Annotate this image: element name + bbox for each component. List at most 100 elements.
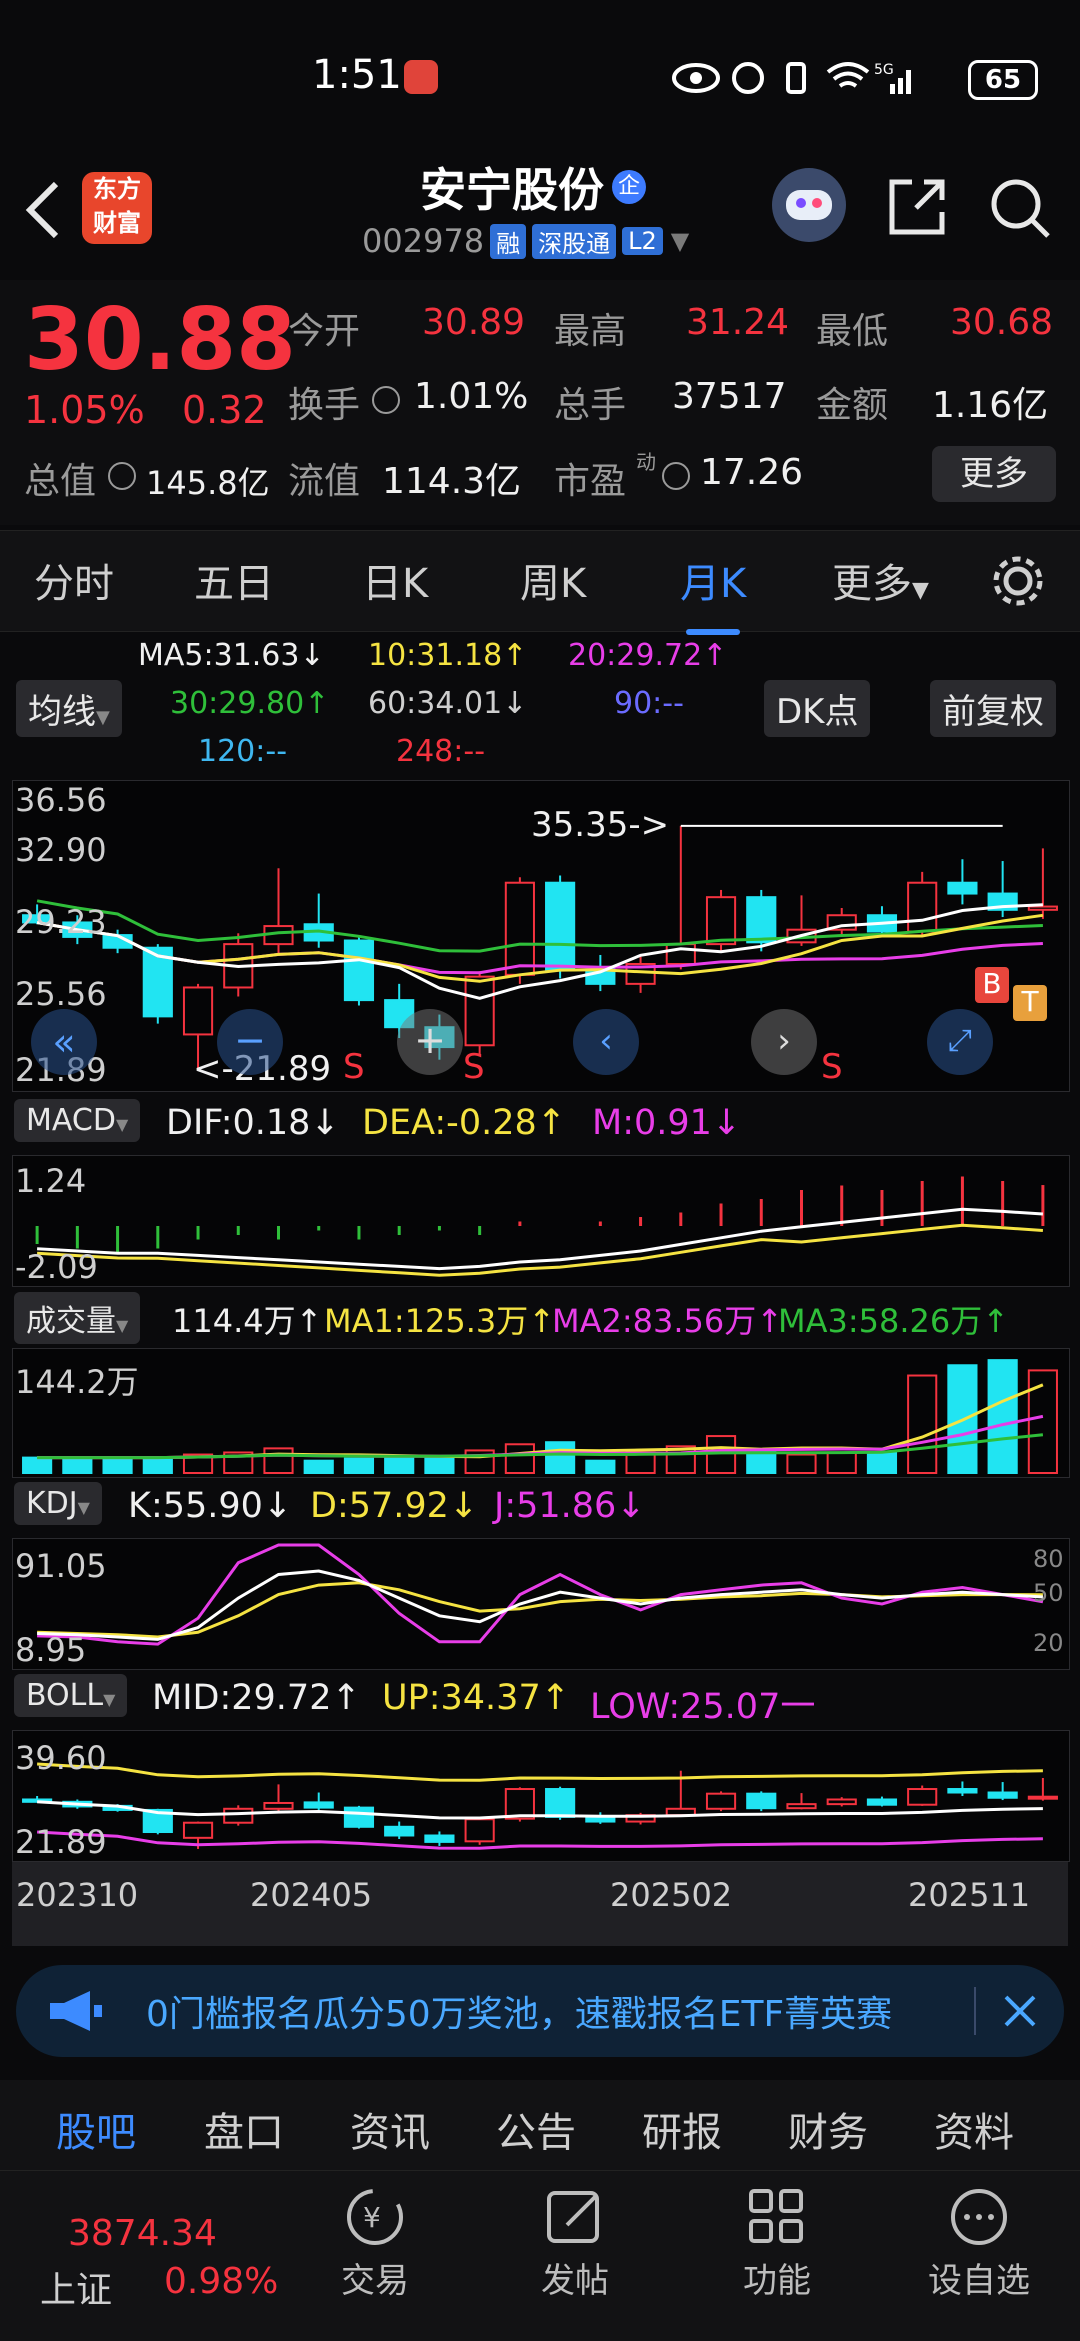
boll-candle-body: [826, 1798, 857, 1806]
index-ticker[interactable]: 3874.34 上证 0.98%: [0, 2171, 280, 2341]
kdj-k: K:55.90↓: [128, 1486, 293, 1526]
tab-more[interactable]: 更多▼: [832, 551, 929, 609]
status-icons: 5G: [672, 62, 911, 94]
tab-monthly-k[interactable]: 月K: [680, 551, 746, 635]
boll-y-top: 39.60: [15, 1739, 107, 1777]
index-name: 上证: [40, 2270, 113, 2311]
adjust-button[interactable]: 前复权: [930, 680, 1056, 737]
subtab-finance[interactable]: 财务: [788, 2100, 868, 2158]
sell-signal: S: [343, 1047, 365, 1087]
x-axis: 202310 202405 202502 202511: [12, 1862, 1068, 1946]
nav-post[interactable]: 发帖: [520, 2185, 630, 2302]
ma-legend: 均线▼ MA5:31.63↓ 10:31.18↑ 20:29.72↑ 30:29…: [0, 630, 1080, 780]
scroll-left-button[interactable]: ‹: [573, 1009, 639, 1075]
kdj-chart: 91.05 8.95 80 50 20: [12, 1538, 1070, 1670]
alarm-icon: [732, 62, 764, 94]
promo-banner[interactable]: 0门槛报名瓜分50万奖池，速戳报名ETF菁英赛: [16, 1965, 1064, 2057]
quote-panel: 30.88 1.05% 0.32 今开 30.89 最高 31.24 最低 30…: [0, 280, 1080, 525]
index-value: 3874.34: [68, 2213, 217, 2254]
nav-functions[interactable]: 功能: [722, 2185, 832, 2302]
open-label: 今开: [288, 311, 361, 352]
chevron-down-icon[interactable]: ▼: [671, 227, 689, 255]
subtab-news[interactable]: 资讯: [350, 2100, 430, 2158]
float-cap-label: 流值: [288, 461, 361, 502]
stock-code: 002978: [362, 222, 485, 260]
kline-chart[interactable]: 36.56 32.90 29.23 25.56 21.89 35.35-> <-…: [12, 780, 1070, 1092]
kdj-d: D:57.92↓: [310, 1486, 479, 1526]
volume-bar: [142, 1456, 173, 1474]
zoom-in-button[interactable]: +: [397, 1009, 463, 1075]
change-amount: 0.32: [182, 388, 267, 432]
candle-body: [907, 881, 938, 933]
volume-bar: [826, 1451, 857, 1475]
status-time: 1:51: [312, 52, 402, 98]
ma248-value: 248:--: [396, 734, 486, 769]
boll-candle-body: [424, 1834, 455, 1843]
last-price: 30.88: [24, 290, 297, 390]
more-dots-icon: [951, 2189, 1007, 2245]
turnover-label: 换手: [288, 385, 361, 426]
nav-add-watchlist[interactable]: 设自选: [924, 2185, 1034, 2302]
ma90-value: 90:--: [614, 686, 684, 721]
zoom-out-button[interactable]: −: [217, 1009, 283, 1075]
volume-selector[interactable]: 成交量▼: [14, 1292, 141, 1344]
level2-chip: L2: [622, 227, 663, 255]
subtab-announcements[interactable]: 公告: [496, 2100, 576, 2158]
fullscreen-button[interactable]: ⤢: [927, 1009, 993, 1075]
edit-icon: [547, 2191, 599, 2243]
macd-chart: 1.24 -2.09: [12, 1155, 1070, 1287]
boll-svg: [22, 1762, 1058, 1850]
x-tick-2: 202405: [250, 1876, 373, 1914]
volume-bar: [22, 1456, 53, 1474]
close-icon[interactable]: [1002, 1993, 1038, 2029]
subtab-profile[interactable]: 资料: [934, 2100, 1014, 2158]
tab-five-day[interactable]: 五日: [194, 551, 274, 609]
candle-body: [343, 939, 375, 1002]
info-icon[interactable]: [662, 462, 690, 490]
boll-low: LOW:25.07一: [590, 1687, 816, 1727]
period-tabs: 分时 五日 日K 周K 月K 更多▼: [0, 530, 1080, 635]
share-icon[interactable]: [886, 176, 948, 238]
macd-selector[interactable]: MACD▼: [14, 1099, 141, 1142]
volume-bar: [424, 1455, 455, 1475]
kdj-selector[interactable]: KDJ▼: [14, 1482, 102, 1525]
volume-ma2: MA2:83.56万↑: [552, 1302, 784, 1340]
tab-intraday[interactable]: 分时: [34, 551, 114, 609]
nav-trade[interactable]: ¥ 交易: [320, 2185, 430, 2302]
boll-candle-body: [464, 1818, 495, 1843]
back-icon[interactable]: [22, 180, 62, 240]
megaphone-icon: [50, 1991, 102, 2031]
take-signal: T: [1013, 985, 1047, 1021]
svg-text:¥: ¥: [363, 2201, 381, 2234]
subtab-research[interactable]: 研报: [642, 2100, 722, 2158]
index-change: 0.98%: [164, 2261, 279, 2302]
subtab-orderbook[interactable]: 盘口: [204, 2100, 284, 2158]
subtab-forum[interactable]: 股吧: [56, 2100, 136, 2158]
boll-selector[interactable]: BOLL▼: [14, 1674, 128, 1717]
buy-signal: B: [975, 967, 1009, 1003]
dk-button[interactable]: DK点: [764, 680, 871, 737]
volume-bar: [102, 1456, 133, 1474]
ma10-value: 10:31.18↑: [368, 638, 528, 673]
pe-label: 市盈: [554, 461, 627, 502]
macd-dea: DEA:-0.28↑: [362, 1103, 567, 1143]
kdj-y-bottom: 8.95: [15, 1631, 87, 1669]
search-icon[interactable]: [988, 176, 1052, 240]
volume-bar: [384, 1456, 415, 1474]
ma-selector[interactable]: 均线▼: [16, 680, 122, 737]
boll-header: BOLL▼ MID:29.72↑ UP:34.37↑ LOW:25.07一: [0, 1670, 1080, 1730]
open-value: 30.89: [422, 302, 526, 343]
enterprise-badge: 企: [612, 170, 646, 204]
tab-daily-k[interactable]: 日K: [362, 551, 428, 609]
boll-candle-body: [947, 1788, 978, 1794]
scroll-right-button[interactable]: ›: [751, 1009, 817, 1075]
boll-candle-body: [907, 1788, 938, 1806]
gear-icon[interactable]: [990, 553, 1046, 609]
robot-assistant-icon[interactable]: [772, 168, 846, 242]
candle-body: [665, 943, 696, 965]
tab-weekly-k[interactable]: 周K: [520, 551, 586, 609]
more-button[interactable]: 更多: [932, 446, 1056, 502]
rewind-button[interactable]: «: [31, 1009, 97, 1075]
info-icon[interactable]: [108, 462, 136, 490]
info-icon[interactable]: [372, 386, 400, 414]
